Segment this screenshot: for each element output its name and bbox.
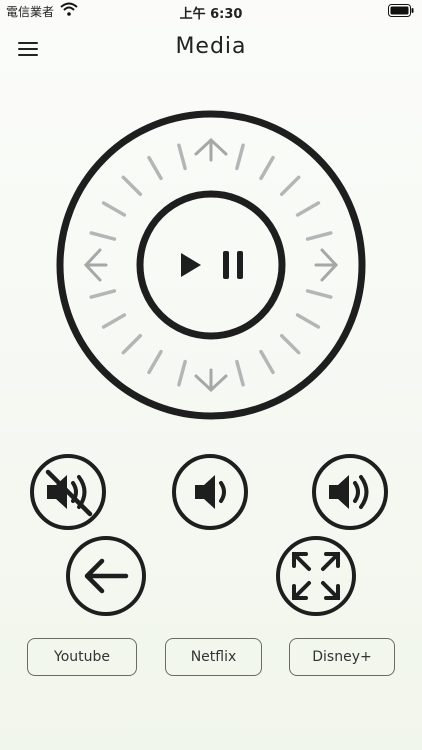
dpad-tick: [279, 175, 301, 197]
volume-up-button[interactable]: [312, 454, 388, 530]
play-pause-icon: [181, 251, 243, 279]
volume-mute-icon: [45, 469, 93, 517]
dpad-tick: [259, 155, 275, 181]
dpad-tick: [295, 313, 321, 329]
dpad-tick: [295, 201, 321, 217]
dpad-tick: [259, 349, 275, 375]
dpad-tick: [235, 143, 245, 171]
disney-plus-button[interactable]: Disney+: [289, 638, 395, 676]
dpad-tick: [101, 201, 127, 217]
arrow-up-icon[interactable]: [194, 137, 228, 162]
arrow-down-icon[interactable]: [194, 368, 228, 393]
youtube-button[interactable]: Youtube: [27, 638, 137, 676]
volume-down-icon: [195, 475, 226, 509]
arrow-left-icon: [84, 558, 129, 594]
status-bar: 電信業者 上午 6:30: [0, 0, 422, 22]
arrow-right-icon[interactable]: [314, 248, 339, 282]
dpad-tick: [101, 313, 127, 329]
dpad-tick: [89, 231, 117, 241]
dpad-tick: [305, 231, 333, 241]
play-pause-button[interactable]: [136, 190, 286, 340]
page-title: Media: [175, 34, 247, 59]
dpad-tick-marks: [89, 143, 333, 387]
battery-icon: [388, 4, 414, 21]
netflix-button[interactable]: Netflix: [165, 638, 262, 676]
dpad-tick: [177, 359, 187, 387]
dpad-graphic: [56, 110, 366, 420]
dpad-tick: [89, 289, 117, 299]
fullscreen-button[interactable]: [276, 536, 356, 616]
back-button[interactable]: [66, 536, 146, 616]
volume-up-icon: [329, 475, 369, 509]
expand-icon: [292, 552, 340, 600]
dpad-tick: [121, 175, 143, 197]
volume-down-button[interactable]: [172, 454, 248, 530]
dpad-tick: [235, 359, 245, 387]
arrow-left-icon[interactable]: [83, 248, 108, 282]
dpad-tick: [121, 333, 143, 355]
dpad-tick: [279, 333, 301, 355]
mute-button[interactable]: [30, 454, 106, 530]
dpad-tick: [147, 155, 163, 181]
dpad-tick: [147, 349, 163, 375]
status-time: 上午 6:30: [179, 7, 243, 22]
dpad-tick: [177, 143, 187, 171]
directional-pad[interactable]: [56, 110, 366, 420]
dpad-tick: [305, 289, 333, 299]
